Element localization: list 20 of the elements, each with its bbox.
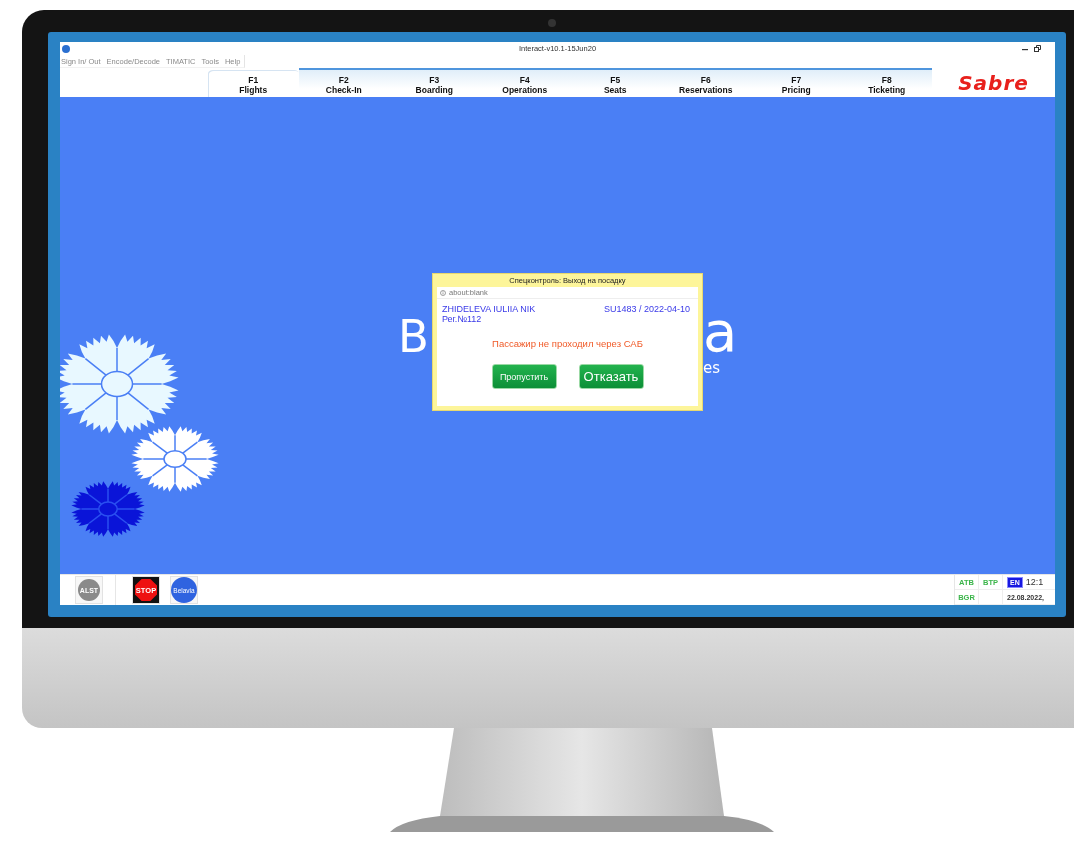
logo-fragment: a	[703, 304, 738, 360]
brand-logo: Sabre	[958, 70, 1029, 95]
deny-button[interactable]: Отказать	[578, 364, 644, 389]
tab[interactable]: F1 Flights	[208, 68, 299, 97]
camera-icon	[548, 19, 556, 27]
registration-number: Рег.№112	[441, 314, 483, 324]
tab[interactable]: F7 Pricing	[751, 68, 842, 97]
flight-info: SU1483 / 2022-04-10	[603, 304, 690, 314]
passenger-name: ZHIDELEVA IULIIA NIK	[442, 304, 536, 314]
restore-icon[interactable]	[1034, 45, 1041, 52]
app-icon	[62, 44, 70, 53]
logo-fragment: B	[398, 314, 429, 359]
info-icon	[440, 289, 446, 296]
tab[interactable]: F8 Ticketing	[841, 68, 932, 97]
allow-button[interactable]: Пропустить	[491, 364, 557, 389]
logo-subtitle-fragment: es	[703, 361, 721, 376]
tab[interactable]: F4 Operations	[479, 68, 570, 97]
clock-time: 12:1	[1025, 577, 1044, 587]
tab[interactable]: F3 Boarding	[389, 68, 480, 97]
warning-message: Пассажир не проходил через САБ	[491, 338, 644, 349]
